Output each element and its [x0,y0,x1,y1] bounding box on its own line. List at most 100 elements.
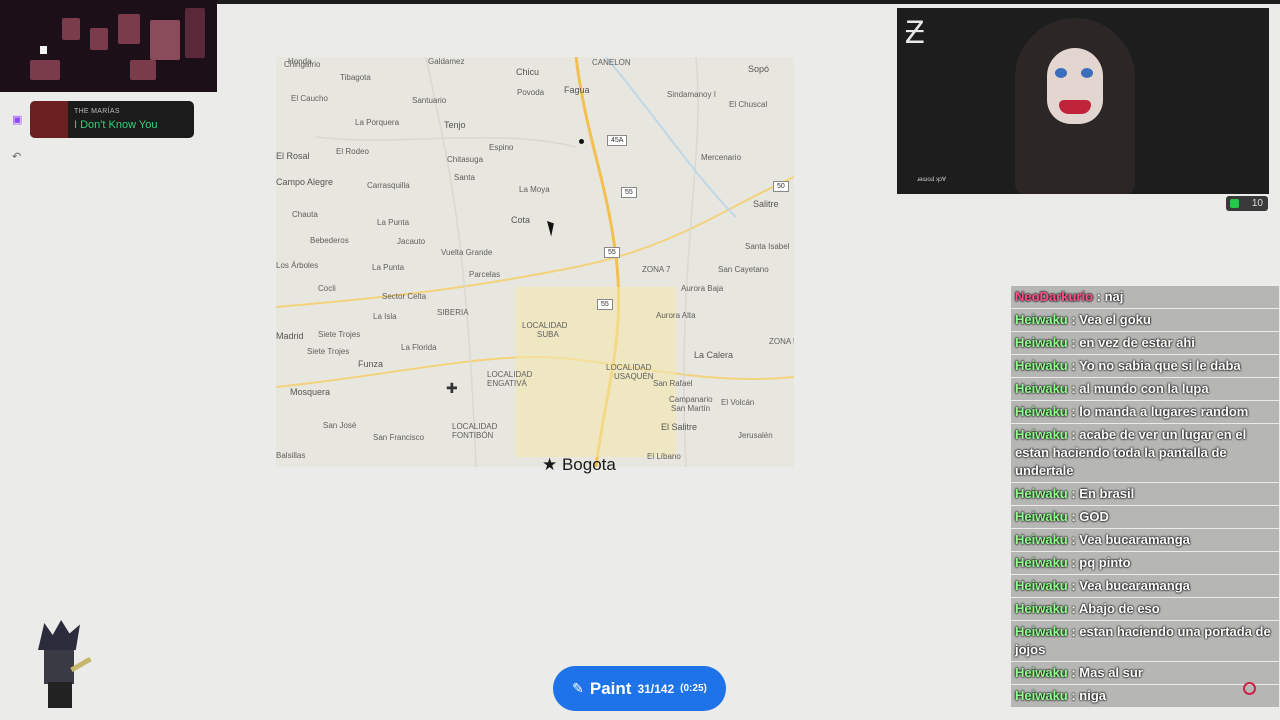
map-place-label: Chitasuga [447,155,484,164]
chat-username[interactable]: Heiwaku [1015,624,1068,639]
map-place-label: SUBA [537,330,559,339]
map-place-label: Cota [511,215,531,225]
chat-username[interactable]: NeoDarkurio [1015,289,1093,304]
map-place-label: Jacauto [397,237,426,246]
chat-text: : Vea bucaramanga [1067,532,1190,547]
map-roads [276,57,794,467]
map-place-label: LOCALIDAD [452,422,498,431]
map-place-label: Sector Celta [382,292,427,301]
map-place-label: Chingafrio [284,60,321,69]
route-shield: 55 [597,299,613,310]
map-place-label: Santa [454,173,475,182]
now-playing-artist: THE MARÍAS [74,108,120,115]
map-place-label: La Florida [401,343,437,352]
map-pin [579,139,584,144]
chat-text: : niga [1067,688,1107,703]
map-place-label: Madrid [276,331,304,341]
chat-message: Heiwaku : Vea bucaramanga [1011,575,1279,597]
paint-count: 31/142 [637,681,675,696]
chat-text: : pq pinto [1067,555,1131,570]
chat-username[interactable]: Heiwaku [1015,555,1068,570]
paint-label: Paint [589,678,632,698]
map-place-label: Sindamanoy I [667,90,716,99]
map-place-label: ZONA 5 [769,337,794,346]
brush-icon: ✎ [572,680,584,696]
map-place-label: Funza [358,359,384,369]
map-place-label: El Rodeo [336,147,369,156]
map-place-label: USAQUÉN [614,372,654,381]
chat-panel[interactable]: NeoDarkurio : naj Heiwaku : Vea el goku He… [1011,280,1279,720]
chat-message: Heiwaku : Abajo de eso [1011,598,1279,620]
chat-username[interactable]: Heiwaku [1015,381,1068,396]
chat-text: : En brasil [1067,486,1135,501]
chat-username[interactable]: Heiwaku [1015,532,1068,547]
chat-message: Heiwaku : GOD [1011,506,1279,528]
map-place-label: CANELON [592,58,631,67]
chat-username[interactable]: Heiwaku [1015,665,1068,680]
chat-message: Heiwaku : pq pinto [1011,552,1279,574]
map-place-label: San Cayetano [718,265,769,274]
chat-message: Heiwaku : al mundo con la lupa [1011,378,1279,400]
map-place-label: La Calera [694,350,734,360]
map-place-label: La Moya [519,185,550,194]
character-sprite [30,620,92,710]
chat-username[interactable]: Heiwaku [1015,358,1068,373]
map-place-label: La Porquera [355,118,400,127]
paint-timer: (0:25) [680,683,707,694]
chat-text: : Yo no sabia que si le daba [1067,358,1241,373]
map-place-label: El Salitre [661,422,698,432]
map-place-label: San Francisco [373,433,425,442]
map-place-label: El Volcán [721,398,755,407]
map-place-label: La Punta [372,263,405,272]
chat-username[interactable]: Heiwaku [1015,427,1068,442]
chat-username[interactable]: Heiwaku [1015,312,1068,327]
map-place-label: Santuario [412,96,447,105]
badge-icon [1230,199,1239,208]
chat-username[interactable]: Heiwaku [1015,688,1068,703]
map-place-label: Vuelta Grande [441,248,493,257]
map-place-label: Fagua [564,85,590,95]
now-playing-song: I Don't Know You [74,119,158,131]
back-arrow-icon[interactable]: ↶ [12,150,21,163]
now-playing-widget: THE MARÍAS I Don't Know You [30,101,194,138]
map-place-label: Campo Alegre [276,177,334,187]
chat-username[interactable]: Heiwaku [1015,335,1068,350]
webcam-caption: ɹǝɯoɹʇ ʞɔ∀ [917,177,947,183]
eye-paint [1055,68,1067,78]
map-place-label: Los Árboles [276,261,319,270]
chat-message: Heiwaku : niga [1011,685,1279,707]
chat-text: : al mundo con la lupa [1067,381,1209,396]
chat-text: : lo manda a lugares random [1067,404,1249,419]
album-art [30,101,68,138]
target-icon[interactable] [1243,682,1256,695]
chat-message: Heiwaku : En brasil [1011,483,1279,505]
chat-username[interactable]: Heiwaku [1015,578,1068,593]
map-place-label: Parcelas [469,270,501,279]
chat-username[interactable]: Heiwaku [1015,486,1068,501]
map-place-label: ZONA 7 [642,265,671,274]
webcam-badge: 10 [1226,196,1268,211]
chat-username[interactable]: Heiwaku [1015,601,1068,616]
map-place-label: Aurora Alta [656,311,696,320]
twitch-icon: ▣ [12,114,23,126]
route-shield: 55 [621,187,637,198]
map-place-label: Cocli [318,284,336,293]
chat-username[interactable]: Heiwaku [1015,404,1068,419]
webcam-feed: Ƶ ɹǝɯoɹʇ ʞɔ∀ [897,8,1269,194]
game-capture [0,0,217,92]
map-place-label: Chauta [292,210,318,219]
map-place-label: Salitre [753,199,779,209]
map-place-label: El Líbano [647,452,681,461]
map-view[interactable]: Honda Chingafrio Galdamez Tibagota El Caucho… [276,57,794,467]
clown-mouth [1059,100,1091,114]
map-place-label: LOCALIDAD [522,321,568,330]
paint-button[interactable]: ✎ Paint 31/142 (0:25) [553,666,726,711]
map-place-label: FONTIBÓN [452,431,494,440]
chat-message: Heiwaku : Yo no sabia que si le daba [1011,355,1279,377]
chat-username[interactable]: Heiwaku [1015,509,1068,524]
map-place-label: Balsillas [276,451,306,460]
chat-message: Heiwaku : en vez de estar ahi [1011,332,1279,354]
badge-count: 10 [1251,198,1263,209]
chat-message: Heiwaku : acabe de ver un lugar en el es… [1011,424,1279,482]
route-shield: 50 [773,181,789,192]
